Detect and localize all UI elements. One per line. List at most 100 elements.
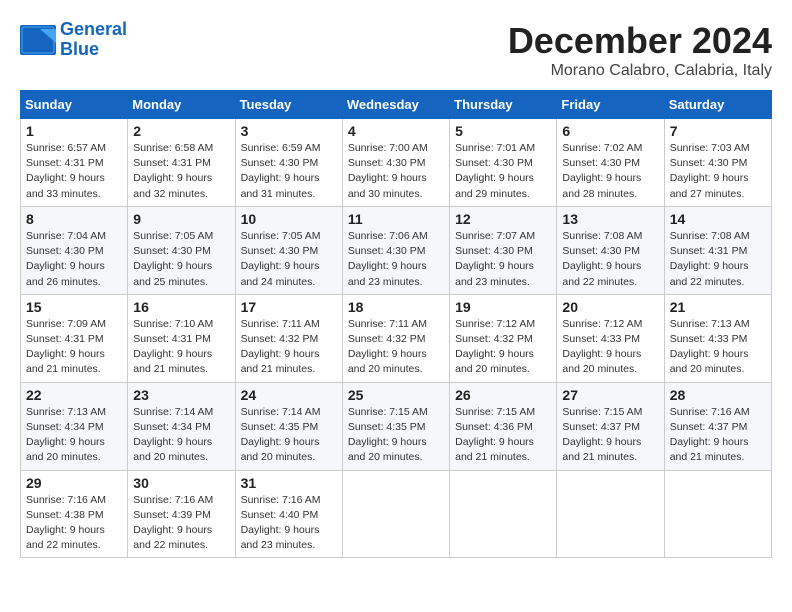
calendar-cell: 22 Sunrise: 7:13 AMSunset: 4:34 PMDayligh…	[21, 382, 128, 470]
day-number: 14	[670, 211, 766, 227]
day-info: Sunrise: 7:14 AMSunset: 4:34 PMDaylight:…	[133, 405, 229, 466]
calendar-cell: 29 Sunrise: 7:16 AMSunset: 4:38 PMDayligh…	[21, 470, 128, 558]
calendar-header-row: SundayMondayTuesdayWednesdayThursdayFrid…	[21, 91, 772, 119]
calendar-cell: 30 Sunrise: 7:16 AMSunset: 4:39 PMDayligh…	[128, 470, 235, 558]
day-number: 18	[348, 299, 444, 315]
day-number: 31	[241, 475, 337, 491]
calendar-cell	[664, 470, 771, 558]
day-info: Sunrise: 7:09 AMSunset: 4:31 PMDaylight:…	[26, 317, 122, 378]
calendar-cell: 10 Sunrise: 7:05 AMSunset: 4:30 PMDayligh…	[235, 206, 342, 294]
day-number: 24	[241, 387, 337, 403]
day-info: Sunrise: 6:58 AMSunset: 4:31 PMDaylight:…	[133, 141, 229, 202]
day-number: 30	[133, 475, 229, 491]
weekday-header-saturday: Saturday	[664, 91, 771, 119]
day-number: 3	[241, 123, 337, 139]
calendar-cell: 20 Sunrise: 7:12 AMSunset: 4:33 PMDayligh…	[557, 294, 664, 382]
calendar-table: SundayMondayTuesdayWednesdayThursdayFrid…	[20, 90, 772, 558]
day-number: 27	[562, 387, 658, 403]
day-number: 26	[455, 387, 551, 403]
day-info: Sunrise: 7:16 AMSunset: 4:38 PMDaylight:…	[26, 493, 122, 554]
day-info: Sunrise: 7:12 AMSunset: 4:33 PMDaylight:…	[562, 317, 658, 378]
day-info: Sunrise: 7:02 AMSunset: 4:30 PMDaylight:…	[562, 141, 658, 202]
weekday-header-tuesday: Tuesday	[235, 91, 342, 119]
weekday-header-friday: Friday	[557, 91, 664, 119]
day-number: 2	[133, 123, 229, 139]
calendar-cell: 5Sunrise: 7:01 AMSunset: 4:30 PMDaylight…	[450, 119, 557, 207]
day-info: Sunrise: 7:13 AMSunset: 4:33 PMDaylight:…	[670, 317, 766, 378]
day-number: 22	[26, 387, 122, 403]
day-info: Sunrise: 7:05 AMSunset: 4:30 PMDaylight:…	[133, 229, 229, 290]
day-number: 1	[26, 123, 122, 139]
day-info: Sunrise: 7:03 AMSunset: 4:30 PMDaylight:…	[670, 141, 766, 202]
day-info: Sunrise: 7:11 AMSunset: 4:32 PMDaylight:…	[241, 317, 337, 378]
day-number: 4	[348, 123, 444, 139]
day-info: Sunrise: 7:16 AMSunset: 4:39 PMDaylight:…	[133, 493, 229, 554]
day-info: Sunrise: 7:05 AMSunset: 4:30 PMDaylight:…	[241, 229, 337, 290]
calendar-cell: 9 Sunrise: 7:05 AMSunset: 4:30 PMDaylight…	[128, 206, 235, 294]
calendar-cell: 17 Sunrise: 7:11 AMSunset: 4:32 PMDayligh…	[235, 294, 342, 382]
calendar-cell: 23 Sunrise: 7:14 AMSunset: 4:34 PMDayligh…	[128, 382, 235, 470]
calendar-week-row: 29 Sunrise: 7:16 AMSunset: 4:38 PMDayligh…	[21, 470, 772, 558]
calendar-cell: 3 Sunrise: 6:59 AMSunset: 4:30 PMDaylight…	[235, 119, 342, 207]
calendar-week-row: 15Sunrise: 7:09 AMSunset: 4:31 PMDayligh…	[21, 294, 772, 382]
day-info: Sunrise: 7:15 AMSunset: 4:35 PMDaylight:…	[348, 405, 444, 466]
weekday-header-monday: Monday	[128, 91, 235, 119]
day-info: Sunrise: 7:16 AMSunset: 4:40 PMDaylight:…	[241, 493, 337, 554]
day-info: Sunrise: 7:04 AMSunset: 4:30 PMDaylight:…	[26, 229, 122, 290]
day-info: Sunrise: 7:13 AMSunset: 4:34 PMDaylight:…	[26, 405, 122, 466]
day-number: 13	[562, 211, 658, 227]
calendar-cell	[557, 470, 664, 558]
calendar-cell: 16Sunrise: 7:10 AMSunset: 4:31 PMDayligh…	[128, 294, 235, 382]
day-number: 7	[670, 123, 766, 139]
calendar-cell: 4Sunrise: 7:00 AMSunset: 4:30 PMDaylight…	[342, 119, 449, 207]
day-number: 5	[455, 123, 551, 139]
day-info: Sunrise: 7:06 AMSunset: 4:30 PMDaylight:…	[348, 229, 444, 290]
calendar-week-row: 8 Sunrise: 7:04 AMSunset: 4:30 PMDaylight…	[21, 206, 772, 294]
day-number: 16	[133, 299, 229, 315]
calendar-cell: 26Sunrise: 7:15 AMSunset: 4:36 PMDayligh…	[450, 382, 557, 470]
weekday-header-sunday: Sunday	[21, 91, 128, 119]
calendar-cell: 13Sunrise: 7:08 AMSunset: 4:30 PMDayligh…	[557, 206, 664, 294]
calendar-cell: 19Sunrise: 7:12 AMSunset: 4:32 PMDayligh…	[450, 294, 557, 382]
calendar-week-row: 1 Sunrise: 6:57 AMSunset: 4:31 PMDaylight…	[21, 119, 772, 207]
calendar-cell: 18Sunrise: 7:11 AMSunset: 4:32 PMDayligh…	[342, 294, 449, 382]
calendar-cell: 31 Sunrise: 7:16 AMSunset: 4:40 PMDayligh…	[235, 470, 342, 558]
logo-text: General Blue	[60, 20, 127, 60]
day-info: Sunrise: 6:59 AMSunset: 4:30 PMDaylight:…	[241, 141, 337, 202]
weekday-header-thursday: Thursday	[450, 91, 557, 119]
day-number: 25	[348, 387, 444, 403]
day-number: 21	[670, 299, 766, 315]
month-title: December 2024	[508, 20, 772, 62]
day-number: 17	[241, 299, 337, 315]
calendar-cell: 21 Sunrise: 7:13 AMSunset: 4:33 PMDayligh…	[664, 294, 771, 382]
logo: General Blue	[20, 20, 127, 60]
calendar-cell: 25 Sunrise: 7:15 AMSunset: 4:35 PMDayligh…	[342, 382, 449, 470]
calendar-cell: 24 Sunrise: 7:14 AMSunset: 4:35 PMDayligh…	[235, 382, 342, 470]
day-info: Sunrise: 6:57 AMSunset: 4:31 PMDaylight:…	[26, 141, 122, 202]
day-number: 8	[26, 211, 122, 227]
calendar-cell	[450, 470, 557, 558]
calendar-cell: 7 Sunrise: 7:03 AMSunset: 4:30 PMDaylight…	[664, 119, 771, 207]
day-info: Sunrise: 7:16 AMSunset: 4:37 PMDaylight:…	[670, 405, 766, 466]
day-number: 29	[26, 475, 122, 491]
day-number: 23	[133, 387, 229, 403]
day-number: 10	[241, 211, 337, 227]
calendar-cell: 12 Sunrise: 7:07 AMSunset: 4:30 PMDayligh…	[450, 206, 557, 294]
day-number: 9	[133, 211, 229, 227]
calendar-cell: 1 Sunrise: 6:57 AMSunset: 4:31 PMDaylight…	[21, 119, 128, 207]
day-info: Sunrise: 7:14 AMSunset: 4:35 PMDaylight:…	[241, 405, 337, 466]
calendar-cell: 8 Sunrise: 7:04 AMSunset: 4:30 PMDaylight…	[21, 206, 128, 294]
page-header: General Blue December 2024 Morano Calabr…	[20, 20, 772, 80]
location: Morano Calabro, Calabria, Italy	[508, 62, 772, 80]
calendar-cell: 15Sunrise: 7:09 AMSunset: 4:31 PMDayligh…	[21, 294, 128, 382]
calendar-cell: 11Sunrise: 7:06 AMSunset: 4:30 PMDayligh…	[342, 206, 449, 294]
day-number: 6	[562, 123, 658, 139]
calendar-week-row: 22 Sunrise: 7:13 AMSunset: 4:34 PMDayligh…	[21, 382, 772, 470]
logo-icon	[20, 25, 56, 55]
day-number: 12	[455, 211, 551, 227]
day-info: Sunrise: 7:07 AMSunset: 4:30 PMDaylight:…	[455, 229, 551, 290]
day-number: 20	[562, 299, 658, 315]
day-info: Sunrise: 7:15 AMSunset: 4:37 PMDaylight:…	[562, 405, 658, 466]
day-info: Sunrise: 7:08 AMSunset: 4:31 PMDaylight:…	[670, 229, 766, 290]
day-number: 28	[670, 387, 766, 403]
